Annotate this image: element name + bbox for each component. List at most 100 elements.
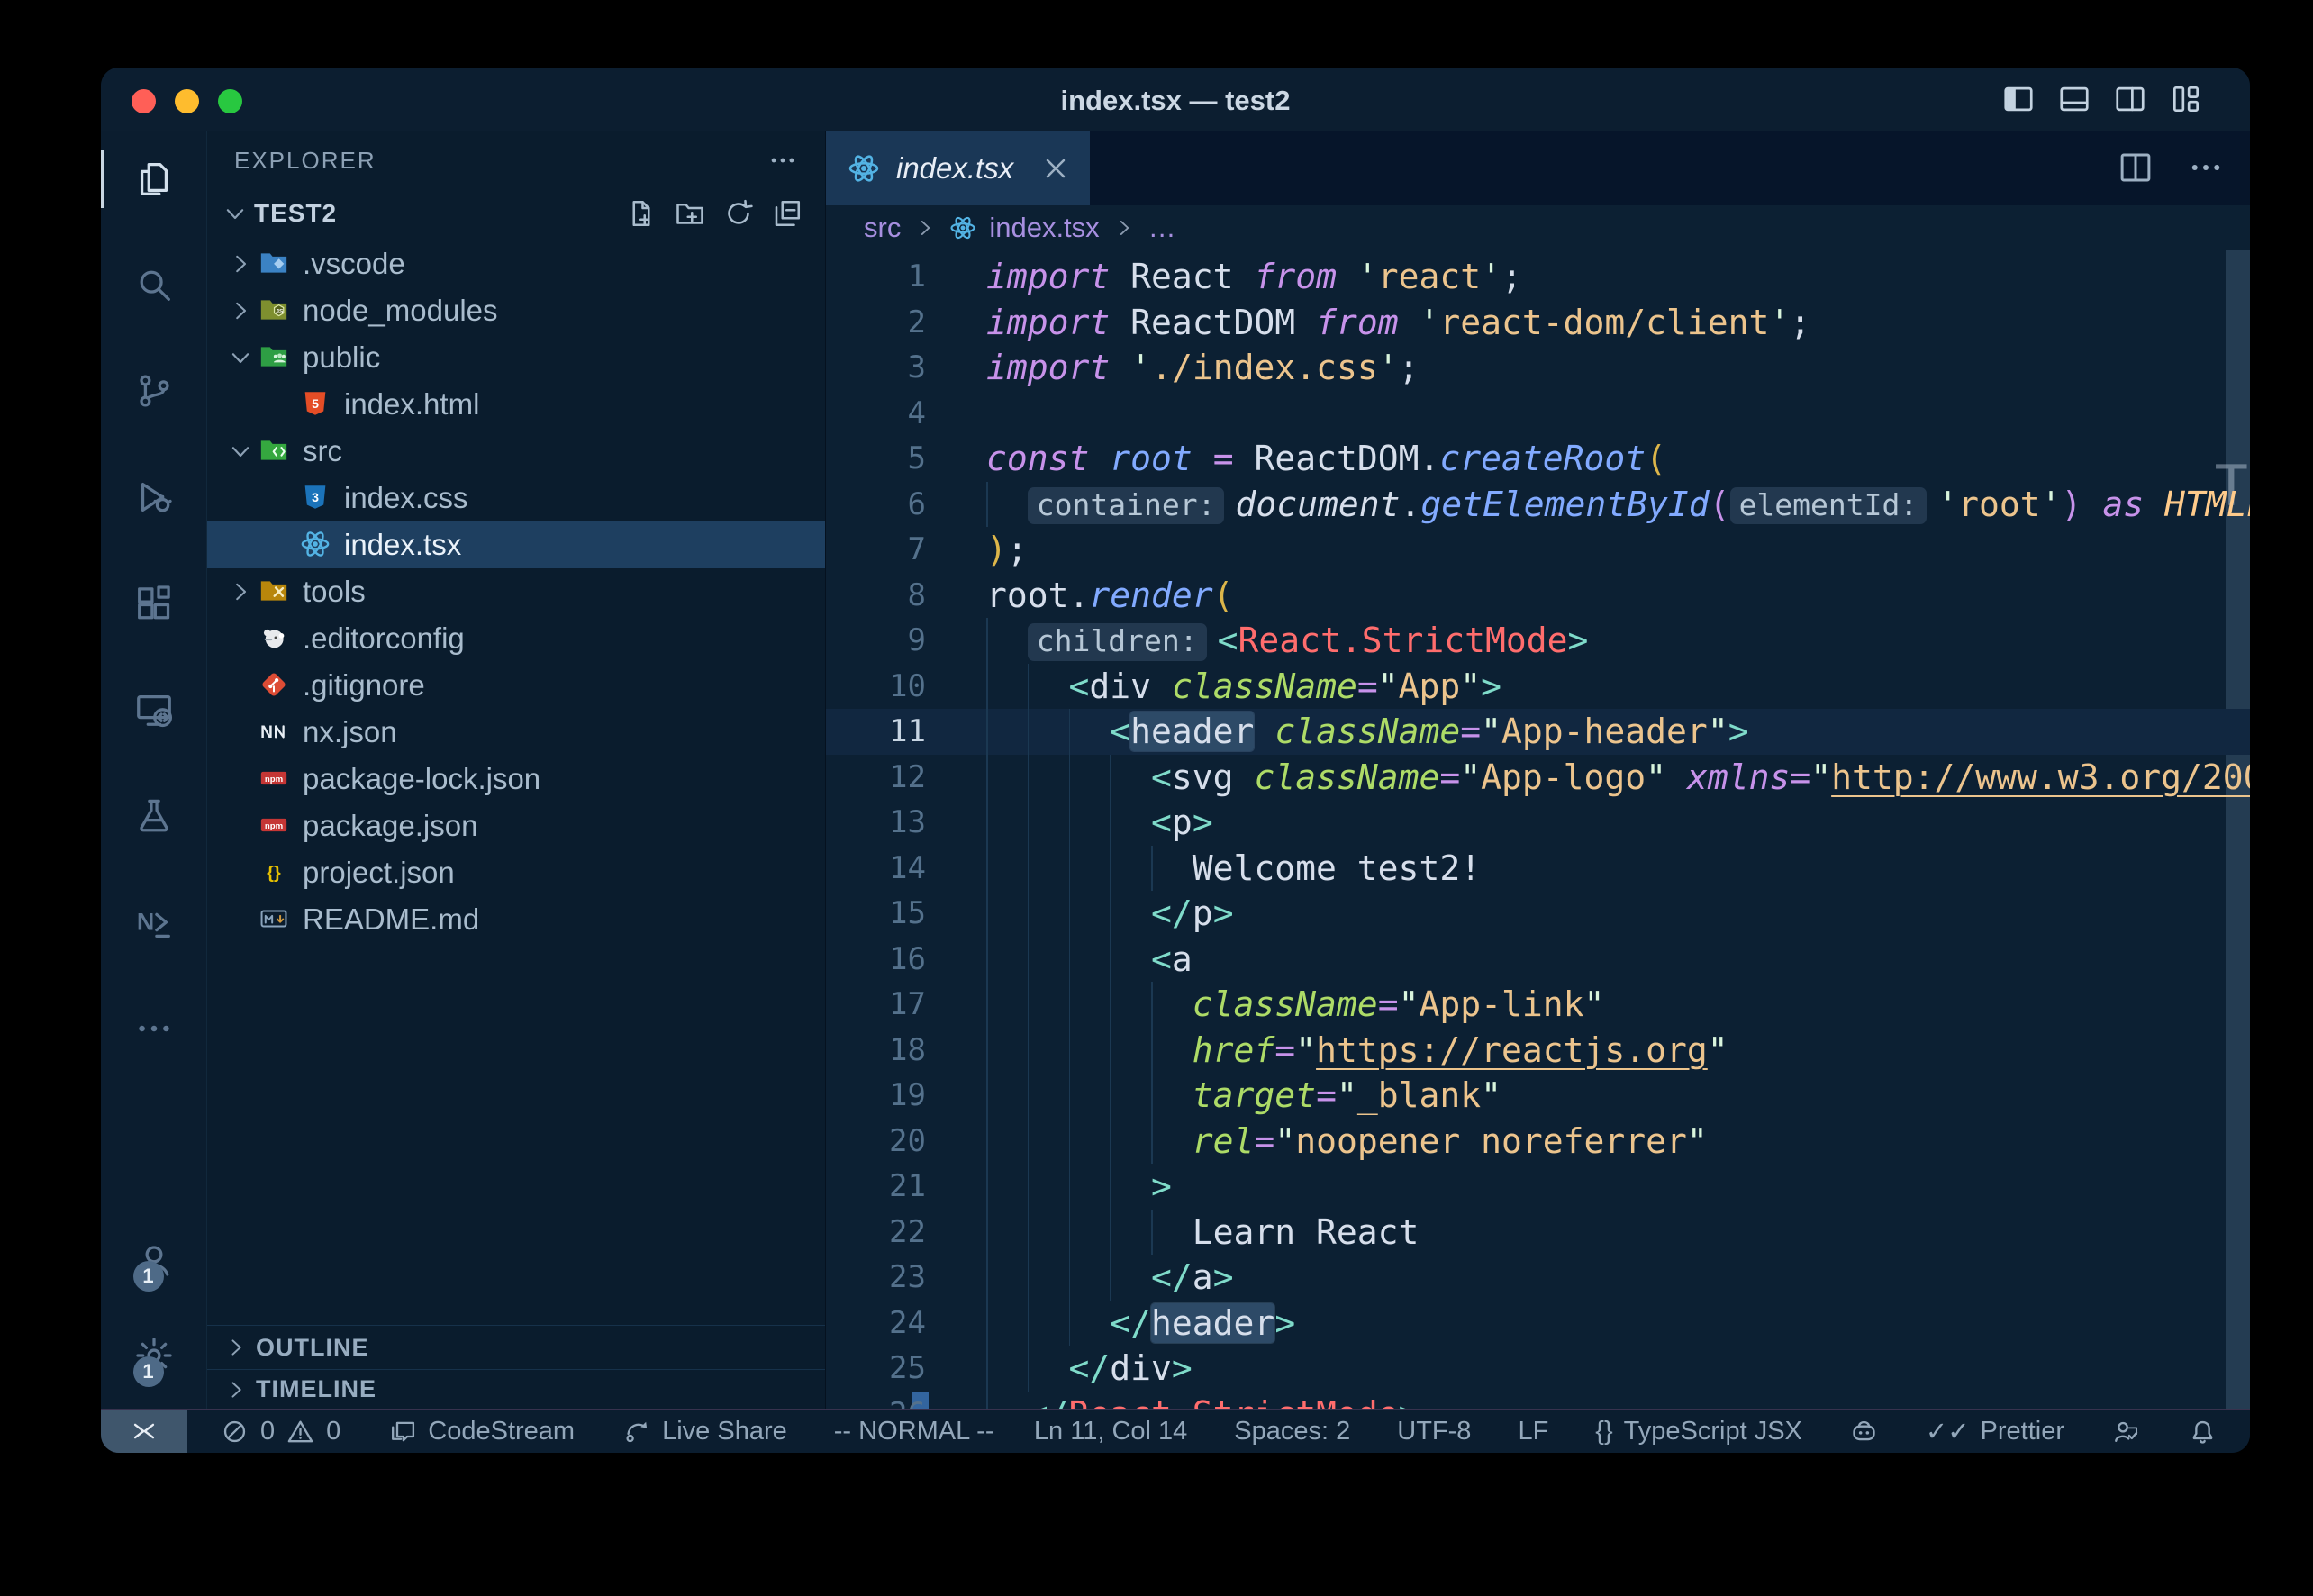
more-icon[interactable]	[2187, 149, 2225, 186]
new-file-icon[interactable]	[625, 197, 658, 230]
vscode-window: index.tsx — test2 N11 EXPLORER TEST2 .vs…	[101, 68, 2250, 1453]
remote-indicator[interactable]	[101, 1410, 187, 1453]
code-text: import React from 'react';	[986, 254, 1522, 300]
tree-item-package-json[interactable]: npmpackage.json	[207, 803, 825, 849]
code-text: Learn React	[986, 1210, 1419, 1256]
views-and-more-actions-icon[interactable]	[767, 145, 798, 176]
timeline-section[interactable]: TIMELINE	[207, 1369, 825, 1409]
activity-item-run-debug[interactable]	[101, 476, 206, 520]
code-token: "	[1337, 1075, 1357, 1115]
layout-left-icon[interactable]	[2001, 82, 2036, 116]
tree-item-public[interactable]: public	[207, 334, 825, 381]
refresh-icon[interactable]	[722, 197, 755, 230]
code-token: as	[2102, 485, 2144, 524]
code-text: <a	[986, 937, 1193, 983]
code-token	[1234, 757, 1255, 797]
tree-item-index-tsx[interactable]: index.tsx	[207, 521, 825, 568]
code-line-6: 6 container:document.getElementById(elem…	[826, 482, 2250, 528]
status-item-liveshare-session[interactable]	[2111, 1417, 2141, 1446]
activity-item-search[interactable]	[101, 264, 206, 307]
line-number: 14	[826, 846, 926, 892]
activity-item-source-control[interactable]	[101, 370, 206, 413]
copilot-icon	[1849, 1417, 1879, 1446]
code-token: =	[1254, 1121, 1274, 1161]
layout-bottom-icon[interactable]	[2057, 82, 2091, 116]
code-token: "	[1481, 1075, 1501, 1115]
folder-node-icon: JS	[256, 295, 292, 327]
tree-item-index-css[interactable]: 3index.css	[207, 475, 825, 521]
status-item-copilot[interactable]	[1849, 1417, 1879, 1446]
status-item-vim-mode[interactable]: -- NORMAL --	[834, 1417, 994, 1446]
collapse-all-icon[interactable]	[771, 197, 803, 230]
editor-region: index.tsx src index.tsx … T 1import React …	[826, 131, 2250, 1409]
code-line-20: 20 rel="noopener noreferrer"	[826, 1119, 2250, 1165]
status-item-codestream[interactable]: CodeStream	[387, 1417, 575, 1446]
line-number: 24	[826, 1301, 926, 1347]
chevron-right-icon[interactable]	[225, 578, 256, 605]
breadcrumb-item[interactable]: index.tsx	[989, 212, 1099, 244]
status-item-prettier[interactable]: ✓✓Prettier	[1926, 1416, 2064, 1447]
tree-item--gitignore[interactable]: .gitignore	[207, 662, 825, 709]
status-item-indentation[interactable]: Spaces: 2	[1234, 1417, 1350, 1446]
tree-item-nx-json[interactable]: Nnx.json	[207, 709, 825, 756]
code-editor[interactable]: T 1import React from 'react';2import Rea…	[826, 250, 2250, 1409]
status-item-eol[interactable]: LF	[1518, 1417, 1548, 1446]
tree-item-tools[interactable]: tools	[207, 568, 825, 615]
layout-grid-icon[interactable]	[2169, 82, 2203, 116]
status-item-notifications[interactable]	[2188, 1417, 2218, 1446]
status-item-problems[interactable]: 00	[220, 1417, 340, 1446]
tree-item-index-html[interactable]: 5index.html	[207, 381, 825, 428]
code-token: React.StrictMode	[1238, 621, 1567, 660]
activity-item-remote-explorer[interactable]	[101, 689, 206, 732]
breadcrumb-item[interactable]: src	[864, 212, 901, 244]
tree-item-node-modules[interactable]: JSnode_modules	[207, 287, 825, 334]
code-token	[986, 1212, 1193, 1252]
tree-item--vscode[interactable]: .vscode	[207, 240, 825, 287]
new-folder-icon[interactable]	[674, 197, 706, 230]
code-token: React	[1110, 257, 1254, 296]
layout-right-icon[interactable]	[2113, 82, 2147, 116]
code-token: xmlns	[1687, 757, 1790, 797]
code-token: "	[1481, 712, 1501, 751]
split-editor-icon[interactable]	[2117, 149, 2154, 186]
code-token: http://www.w3.org/2000/svg	[1831, 757, 2250, 797]
activity-item-accounts[interactable]: 1	[133, 1239, 175, 1283]
tree-item-readme-md[interactable]: README.md	[207, 896, 825, 943]
code-line-9: 9 children:<React.StrictMode>	[826, 618, 2250, 664]
code-token: >	[1399, 1394, 1420, 1410]
workspace-section-header[interactable]: TEST2	[207, 190, 825, 237]
tree-item-package-lock-json[interactable]: npmpackage-lock.json	[207, 756, 825, 803]
activity-item-more-views[interactable]	[101, 1008, 206, 1051]
chevron-right-icon[interactable]	[225, 250, 256, 277]
status-item-live-share[interactable]: Live Share	[621, 1417, 787, 1446]
activity-item-nx-console[interactable]: N	[101, 902, 206, 945]
outline-section[interactable]: OUTLINE	[207, 1325, 825, 1369]
tree-item-project-json[interactable]: {}project.json	[207, 849, 825, 896]
status-item-cursor-position[interactable]: Ln 11, Col 14	[1034, 1417, 1187, 1446]
status-item-language-mode[interactable]: {}TypeScript JSX	[1595, 1417, 1802, 1446]
status-label: Ln 11, Col 14	[1034, 1417, 1187, 1446]
chevron-right-icon[interactable]	[225, 297, 256, 324]
file-label: package.json	[303, 809, 477, 843]
code-token	[986, 803, 1151, 842]
chevron-down-icon[interactable]	[225, 438, 256, 465]
activity-item-explorer[interactable]	[101, 158, 206, 201]
status-item-encoding[interactable]: UTF-8	[1397, 1417, 1471, 1446]
code-token	[1089, 439, 1110, 478]
status-count: 0	[260, 1417, 275, 1446]
code-token: className	[1193, 984, 1378, 1024]
activity-item-extensions[interactable]	[101, 583, 206, 626]
tree-item-src[interactable]: src	[207, 428, 825, 475]
activity-item-testing[interactable]	[101, 795, 206, 839]
tree-indent	[267, 531, 297, 558]
file-label: .vscode	[303, 247, 405, 281]
tree-item--editorconfig[interactable]: .editorconfig	[207, 615, 825, 662]
tab-index-tsx[interactable]: index.tsx	[826, 131, 1090, 205]
activity-item-settings[interactable]: 1	[133, 1335, 175, 1378]
code-token: getElementById	[1420, 485, 1709, 524]
code-token: rel	[1193, 1121, 1255, 1161]
chevron-down-icon[interactable]	[225, 344, 256, 371]
close-tab-icon[interactable]	[1039, 152, 1072, 185]
extensions-icon	[133, 583, 175, 624]
breadcrumb-item[interactable]: …	[1148, 212, 1176, 244]
